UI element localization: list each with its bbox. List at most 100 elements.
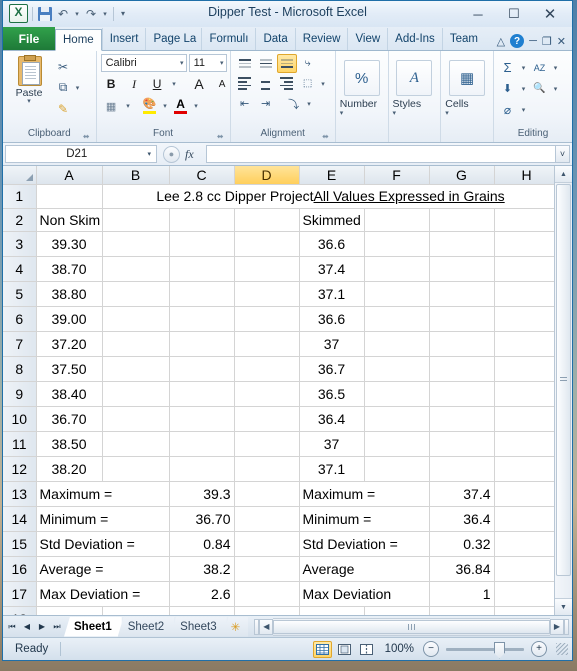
cell-g8[interactable] <box>429 356 495 382</box>
chevron-down-icon[interactable]: ▾ <box>176 59 184 67</box>
cell-h3[interactable] <box>494 231 560 257</box>
cell-h2[interactable] <box>494 208 560 232</box>
tab-team[interactable]: Team <box>441 28 485 50</box>
first-sheet-icon[interactable]: ⏮ <box>5 619 19 635</box>
cell-g4[interactable] <box>429 256 495 282</box>
ribbon-group-styles[interactable]: A Styles ▾ <box>389 51 442 142</box>
cut-icon[interactable]: ✂ <box>53 57 73 76</box>
clipboard-dialog-launcher-icon[interactable]: ⬌ <box>83 132 90 141</box>
column-header-d[interactable]: D <box>234 166 300 185</box>
cell-h17[interactable] <box>494 581 560 607</box>
cell-g10[interactable] <box>429 406 495 432</box>
formula-input[interactable] <box>205 145 555 163</box>
find-select-icon[interactable]: 🔍 <box>530 79 549 98</box>
row-header[interactable]: 13 <box>3 481 37 507</box>
cell-e2[interactable]: Skimmed <box>299 208 365 232</box>
align-bottom-button[interactable] <box>276 54 297 73</box>
tab-file[interactable]: File <box>3 27 55 50</box>
cell-a7[interactable]: 37.20 <box>36 331 103 357</box>
cell-h15[interactable] <box>494 531 560 557</box>
cell-a4[interactable]: 38.70 <box>36 256 103 282</box>
prev-sheet-icon[interactable]: ◀ <box>20 619 34 635</box>
cell-c3[interactable] <box>169 231 235 257</box>
clear-icon[interactable]: ⌀ <box>498 100 517 119</box>
cell-h12[interactable] <box>494 456 560 482</box>
autosum-icon[interactable]: Σ <box>498 58 517 77</box>
cell-d16[interactable] <box>234 556 300 582</box>
cell-a8[interactable]: 37.50 <box>36 356 103 382</box>
cell-h11[interactable] <box>494 431 560 457</box>
font-name-combo[interactable]: Calibri ▾ <box>100 54 187 72</box>
cell-h13[interactable] <box>494 481 560 507</box>
clear-dropdown-icon[interactable]: ▾ <box>519 106 528 114</box>
cell-b18[interactable] <box>102 606 170 615</box>
cell-f6[interactable] <box>364 306 430 332</box>
maximize-button[interactable]: ☐ <box>496 3 532 25</box>
cell-h18[interactable] <box>494 606 560 615</box>
underline-button[interactable]: U <box>147 74 168 94</box>
column-header-f[interactable]: F <box>364 166 430 185</box>
cell-h9[interactable] <box>494 381 560 407</box>
cell-f7[interactable] <box>364 331 430 357</box>
cell-a5[interactable]: 38.80 <box>36 281 103 307</box>
align-top-button[interactable] <box>235 54 255 73</box>
cell-e14[interactable]: Minimum = <box>299 506 430 532</box>
cell-f8[interactable] <box>364 356 430 382</box>
italic-button[interactable]: I <box>124 74 145 94</box>
cell-a12[interactable]: 38.20 <box>36 456 103 482</box>
doc-restore-icon[interactable]: ❐ <box>542 35 552 48</box>
cell-d13[interactable] <box>234 481 300 507</box>
minimize-button[interactable]: ─ <box>460 3 496 25</box>
cell-h4[interactable] <box>494 256 560 282</box>
underline-dropdown-icon[interactable]: ▾ <box>170 80 179 88</box>
cell-d15[interactable] <box>234 531 300 557</box>
cell-g9[interactable] <box>429 381 495 407</box>
cell-d18[interactable] <box>234 606 300 615</box>
resize-grip-icon[interactable] <box>556 643 568 655</box>
cell-d17[interactable] <box>234 581 300 607</box>
horizontal-scrollbar[interactable]: ◀ ▶ <box>254 617 569 636</box>
cell-b2[interactable] <box>102 208 170 232</box>
row-header[interactable]: 3 <box>3 231 37 257</box>
cell-a6[interactable]: 39.00 <box>36 306 103 332</box>
cell-c13[interactable]: 39.3 <box>169 481 235 507</box>
cell-c5[interactable] <box>169 281 235 307</box>
bold-button[interactable]: B <box>101 74 122 94</box>
fill-icon[interactable]: ⬇ <box>498 79 517 98</box>
find-dropdown-icon[interactable]: ▾ <box>551 85 560 93</box>
column-header-a[interactable]: A <box>36 166 103 185</box>
fill-dropdown-icon[interactable]: ▾ <box>519 85 528 93</box>
tab-home[interactable]: Home <box>55 29 102 51</box>
cell-a15[interactable]: Std Deviation = <box>36 531 170 557</box>
orientation-button[interactable]: ⤷ <box>298 54 318 73</box>
row-header[interactable]: 2 <box>3 208 37 232</box>
cell-c9[interactable] <box>169 381 235 407</box>
cell-b5[interactable] <box>102 281 170 307</box>
page-break-view-icon[interactable] <box>357 641 376 658</box>
ribbon-group-cells[interactable]: ▦ Cells ▾ <box>441 51 494 142</box>
cell-b4[interactable] <box>102 256 170 282</box>
autosum-dropdown-icon[interactable]: ▾ <box>519 64 528 72</box>
cell-a18[interactable] <box>36 606 103 615</box>
cell-f9[interactable] <box>364 381 430 407</box>
cell-e4[interactable]: 37.4 <box>299 256 365 282</box>
cell-b3[interactable] <box>102 231 170 257</box>
cell-d3[interactable] <box>234 231 300 257</box>
tab-add-ins[interactable]: Add-Ins <box>387 28 442 50</box>
chevron-down-icon[interactable]: ▾ <box>147 150 156 158</box>
cell-c10[interactable] <box>169 406 235 432</box>
row-header[interactable]: 11 <box>3 431 37 457</box>
cell-c15[interactable]: 0.84 <box>169 531 235 557</box>
cell-h10[interactable] <box>494 406 560 432</box>
horizontal-scroll-thumb[interactable] <box>273 619 550 634</box>
cell-e5[interactable]: 37.1 <box>299 281 365 307</box>
cell-g13[interactable]: 37.4 <box>429 481 495 507</box>
last-sheet-icon[interactable]: ⏭ <box>50 619 64 635</box>
increase-indent-button[interactable]: ⇥ <box>256 94 276 113</box>
cell-d6[interactable] <box>234 306 300 332</box>
cell-a2[interactable]: Non Skim <box>36 208 103 232</box>
align-left-button[interactable] <box>235 74 255 93</box>
cell-a11[interactable]: 38.50 <box>36 431 103 457</box>
spreadsheet-grid[interactable]: A B C D E F G H 1 Lee 2.8 cc Dipper Proj… <box>3 166 572 615</box>
zoom-slider-thumb[interactable] <box>494 641 505 659</box>
